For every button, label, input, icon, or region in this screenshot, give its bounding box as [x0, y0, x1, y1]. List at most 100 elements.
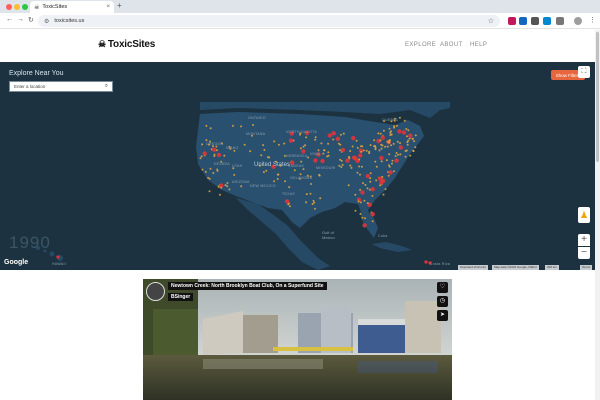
scrollbar-thumb[interactable]: [596, 32, 599, 162]
toxic-site-marker[interactable]: [277, 143, 280, 146]
toxic-site-marker[interactable]: [362, 149, 365, 152]
toxic-site-marker[interactable]: [212, 172, 215, 174]
window-maximize-button[interactable]: [22, 4, 28, 10]
toxic-site-marker[interactable]: [276, 178, 279, 180]
toxic-site-marker[interactable]: [312, 199, 315, 202]
toxic-site-marker[interactable]: [288, 205, 291, 208]
toxic-site-marker[interactable]: [375, 165, 378, 168]
forward-icon[interactable]: →: [17, 16, 24, 23]
toxic-site-marker[interactable]: [408, 133, 413, 138]
toxic-site-marker[interactable]: [378, 149, 381, 152]
toxic-site-marker[interactable]: [409, 154, 412, 157]
toxic-site-marker[interactable]: [404, 155, 407, 158]
toxic-site-marker[interactable]: [350, 166, 353, 169]
toxic-site-marker[interactable]: [358, 158, 361, 161]
toxic-site-marker[interactable]: [209, 167, 212, 170]
street-view-pegman-icon[interactable]: ♟: [578, 207, 590, 223]
toxic-site-marker[interactable]: [317, 149, 320, 152]
terms-link[interactable]: Terms: [580, 265, 593, 270]
toxic-site-marker[interactable]: [414, 146, 417, 149]
author-avatar[interactable]: [146, 282, 165, 301]
toxic-site-marker[interactable]: [335, 136, 341, 141]
toxic-site-marker[interactable]: [362, 223, 367, 228]
toxic-site-marker[interactable]: [395, 152, 398, 154]
toxic-site-marker[interactable]: [399, 153, 402, 156]
toxic-site-marker[interactable]: [403, 119, 406, 122]
toxic-site-marker[interactable]: [385, 159, 388, 162]
toxic-site-marker[interactable]: [381, 144, 384, 147]
toxic-site-marker[interactable]: [393, 125, 396, 128]
tab-close-icon[interactable]: ×: [106, 4, 110, 10]
toxic-site-marker[interactable]: [371, 194, 374, 197]
toxic-site-marker[interactable]: [363, 199, 366, 202]
toxic-site-marker[interactable]: [414, 134, 417, 137]
toxic-site-marker[interactable]: [362, 182, 364, 185]
toxic-site-marker[interactable]: [354, 209, 357, 212]
toxic-site-marker[interactable]: [340, 147, 346, 153]
toxic-site-marker[interactable]: [348, 157, 351, 160]
toxic-site-marker[interactable]: [379, 132, 382, 135]
featured-video[interactable]: Newtown Creek: North Brooklyn Boat Club,…: [143, 279, 452, 400]
toxic-site-marker[interactable]: [260, 154, 263, 157]
toxic-site-marker[interactable]: [369, 172, 372, 175]
toxic-site-marker[interactable]: [389, 134, 392, 136]
toxic-site-marker[interactable]: [224, 184, 227, 187]
toxic-site-marker[interactable]: [406, 135, 408, 138]
toxic-site-marker[interactable]: [354, 193, 357, 196]
toxic-site-marker[interactable]: [347, 184, 350, 187]
toxic-site-marker[interactable]: [327, 151, 330, 154]
toxic-site-marker[interactable]: [284, 180, 287, 183]
toxic-site-marker[interactable]: [380, 160, 383, 163]
toxic-site-marker[interactable]: [332, 138, 335, 141]
toxic-site-marker[interactable]: [370, 212, 375, 217]
toxic-site-marker[interactable]: [213, 153, 216, 156]
toxic-site-marker[interactable]: [377, 132, 380, 135]
toxic-site-marker[interactable]: [412, 150, 415, 153]
toxic-site-marker[interactable]: [228, 188, 231, 191]
toxic-site-marker[interactable]: [407, 129, 410, 132]
toxic-sites-map[interactable]: ONTARIO QUEBEC OREGON IDAHO NEVADA UTAH …: [0, 62, 600, 270]
toxic-site-marker[interactable]: [305, 193, 308, 196]
toxic-site-marker[interactable]: [318, 174, 321, 177]
toxic-site-marker[interactable]: [265, 169, 268, 172]
toxic-site-marker[interactable]: [204, 170, 207, 173]
toxic-site-marker[interactable]: [327, 142, 330, 145]
fullscreen-icon[interactable]: ⛶: [578, 66, 590, 78]
toxic-site-marker[interactable]: [395, 124, 398, 127]
toxic-site-marker[interactable]: [323, 149, 325, 152]
toxic-site-marker[interactable]: [313, 201, 316, 204]
toxic-site-marker[interactable]: [287, 203, 290, 206]
toxic-site-marker[interactable]: [374, 148, 377, 151]
toxic-site-marker[interactable]: [386, 145, 389, 148]
toxic-site-marker[interactable]: [252, 124, 254, 126]
extension-icon[interactable]: [519, 17, 527, 25]
toxic-site-marker[interactable]: [361, 145, 364, 148]
video-title[interactable]: Newtown Creek: North Brooklyn Boat Club,…: [168, 282, 327, 290]
toxic-site-marker[interactable]: [351, 155, 357, 160]
toxic-site-marker[interactable]: [327, 133, 332, 138]
toxic-site-marker[interactable]: [394, 158, 399, 163]
toxic-site-marker[interactable]: [240, 185, 243, 188]
toxic-site-marker[interactable]: [391, 159, 394, 162]
toxic-site-marker[interactable]: [349, 164, 352, 167]
toxic-site-marker[interactable]: [300, 160, 303, 163]
toxic-site-marker[interactable]: [320, 158, 325, 164]
toxic-site-marker[interactable]: [364, 183, 367, 186]
new-tab-button[interactable]: +: [117, 1, 122, 10]
toxic-site-marker[interactable]: [339, 158, 342, 161]
back-icon[interactable]: ←: [6, 16, 13, 23]
toxic-site-marker[interactable]: [273, 180, 276, 183]
toxic-site-marker[interactable]: [199, 157, 202, 160]
toxic-site-marker[interactable]: [215, 149, 218, 152]
toxic-site-marker[interactable]: [339, 149, 341, 152]
toxic-site-marker[interactable]: [380, 135, 385, 140]
toxic-site-marker[interactable]: [284, 199, 290, 204]
address-bar[interactable]: ⚙ toxicsites.us ☆: [38, 15, 500, 27]
toxic-site-marker[interactable]: [340, 133, 342, 136]
browser-menu-icon[interactable]: ⋮: [589, 16, 596, 24]
toxic-site-marker[interactable]: [381, 176, 384, 178]
toxic-site-marker[interactable]: [356, 171, 359, 174]
toxic-site-marker[interactable]: [226, 185, 229, 188]
zoom-in-button[interactable]: +: [578, 234, 590, 246]
toxic-site-marker[interactable]: [339, 143, 342, 146]
